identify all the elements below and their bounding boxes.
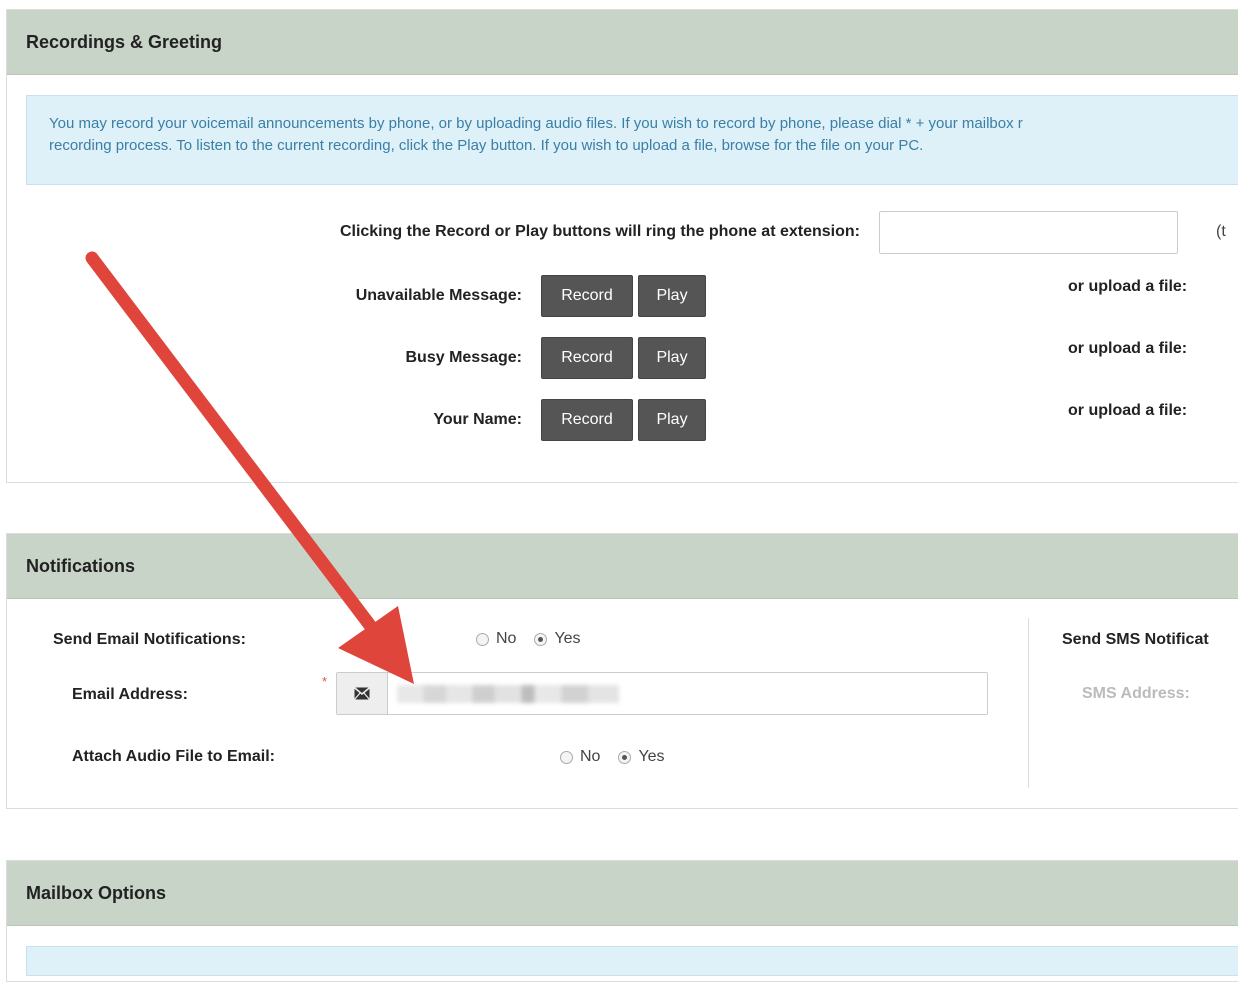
- email-address-input[interactable]: [336, 672, 988, 715]
- notifications-panel: Notifications: [6, 533, 1238, 809]
- your-name-label: Your Name:: [433, 411, 522, 428]
- send-email-no-radio[interactable]: [476, 632, 489, 646]
- unavailable-record-button[interactable]: Record: [541, 275, 633, 317]
- email-address-label: Email Address:: [72, 686, 188, 703]
- your-name-upload-label: or upload a file:: [1068, 402, 1188, 419]
- attach-audio-yes-radio[interactable]: [618, 750, 632, 764]
- notifications-panel-title: Notifications: [7, 534, 1238, 599]
- your-name-record-button[interactable]: Record: [541, 399, 633, 441]
- recordings-info-line-1: You may record your voicemail announceme…: [49, 115, 1023, 132]
- send-email-yes-label: Yes: [554, 630, 581, 647]
- extension-input[interactable]: [879, 211, 1178, 254]
- attach-audio-no-radio[interactable]: [560, 750, 573, 764]
- busy-record-button[interactable]: Record: [541, 337, 633, 379]
- recordings-panel-title: Recordings & Greeting: [7, 10, 1238, 75]
- unavailable-play-button[interactable]: Play: [638, 275, 706, 317]
- attach-audio-label: Attach Audio File to Email:: [72, 748, 275, 765]
- envelope-icon: [354, 687, 370, 700]
- notifications-divider: [1028, 618, 1029, 788]
- extension-suffix: (t: [1216, 223, 1226, 240]
- attach-audio-radio-group: No Yes: [560, 748, 683, 766]
- email-address-value-redacted: [397, 685, 619, 703]
- email-addon: [337, 673, 388, 714]
- send-email-no-label: No: [496, 630, 517, 647]
- send-sms-label: Send SMS Notificat: [1062, 631, 1209, 648]
- required-mark: *: [322, 674, 328, 689]
- recordings-info-box: You may record your voicemail announceme…: [26, 95, 1238, 185]
- mailbox-options-panel-title: Mailbox Options: [7, 861, 1238, 926]
- attach-audio-yes-label: Yes: [638, 748, 665, 765]
- send-email-yes-radio[interactable]: [534, 632, 548, 646]
- your-name-play-button[interactable]: Play: [638, 399, 706, 441]
- unavailable-upload-label: or upload a file:: [1068, 278, 1188, 295]
- recordings-info-line-2: recording process. To listen to the curr…: [49, 137, 924, 154]
- send-email-radio-group: No Yes: [476, 630, 599, 648]
- mailbox-info-box: [26, 946, 1238, 976]
- send-email-label: Send Email Notifications:: [53, 631, 246, 648]
- busy-play-button[interactable]: Play: [638, 337, 706, 379]
- busy-message-label: Busy Message:: [405, 349, 523, 366]
- busy-upload-label: or upload a file:: [1068, 340, 1188, 357]
- unavailable-message-label: Unavailable Message:: [355, 287, 522, 304]
- attach-audio-no-label: No: [580, 748, 601, 765]
- extension-label: Clicking the Record or Play buttons will…: [339, 223, 860, 240]
- sms-address-label: SMS Address:: [1082, 685, 1190, 702]
